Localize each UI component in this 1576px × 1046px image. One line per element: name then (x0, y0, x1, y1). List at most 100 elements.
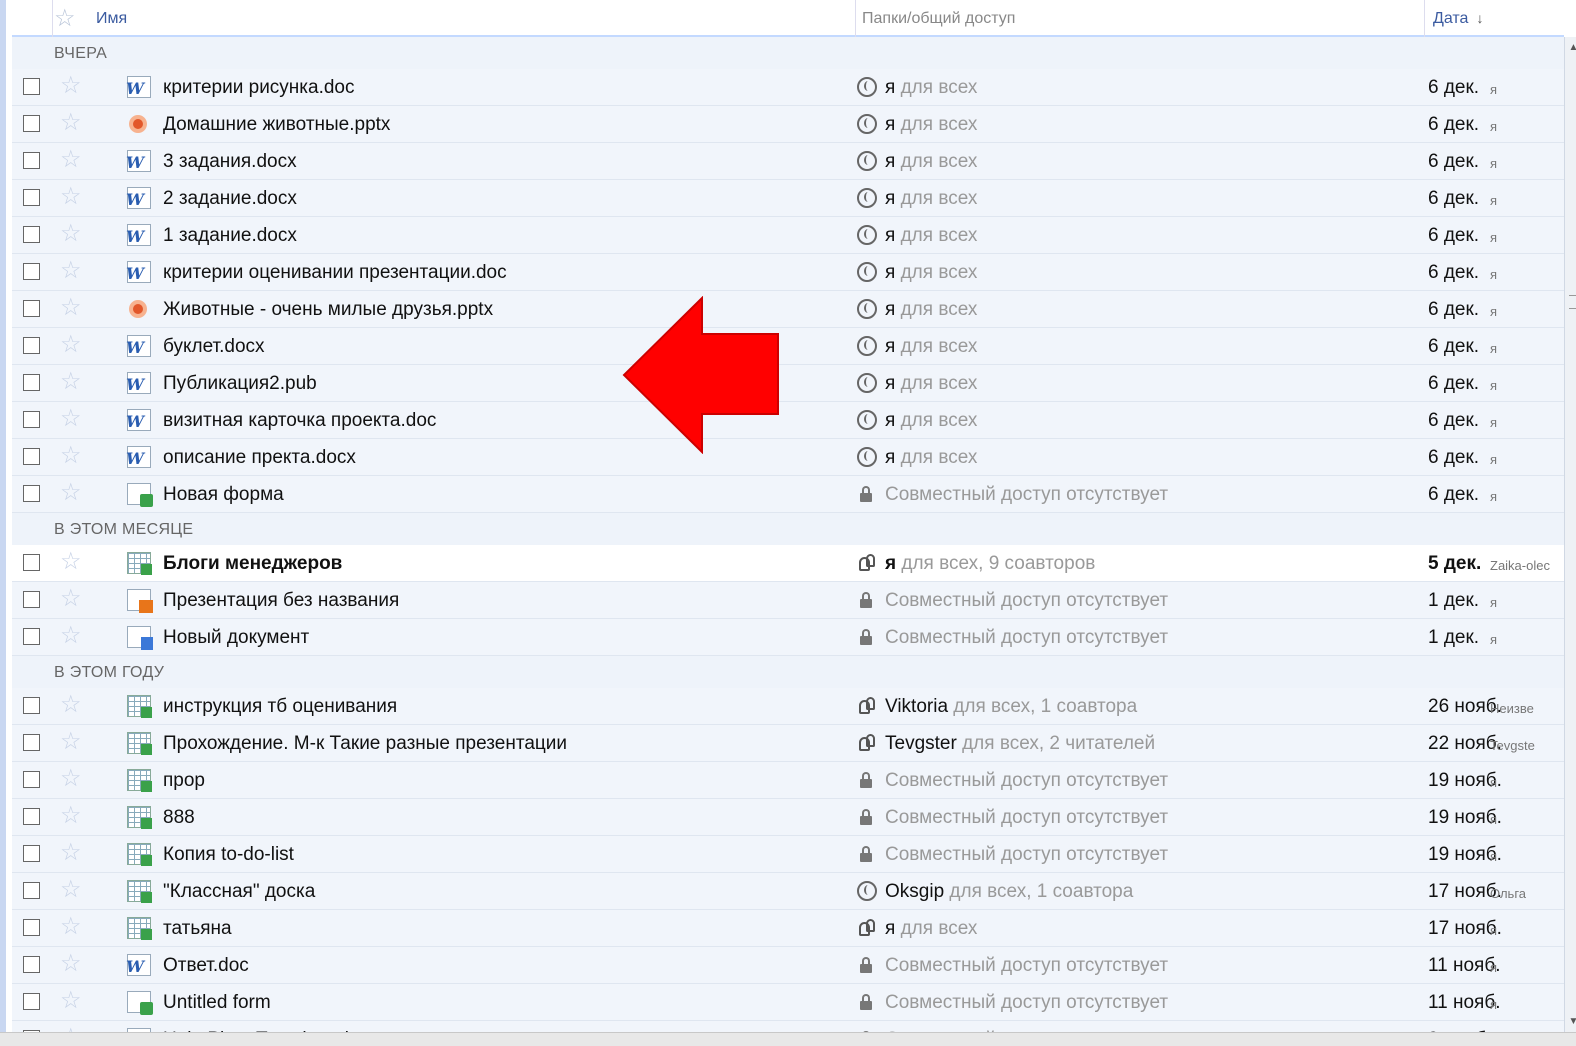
row-checkbox[interactable] (23, 771, 40, 788)
document-title-link[interactable]: Публикация2.pub (163, 365, 317, 402)
document-title-link[interactable]: 888 (163, 799, 195, 836)
header-star-icon[interactable]: ☆ (54, 0, 84, 37)
row-checkbox[interactable] (23, 189, 40, 206)
document-row[interactable]: ☆ Копия to-do-list Совместный доступ отсут… (12, 836, 1564, 873)
star-icon[interactable]: ☆ (60, 729, 82, 755)
document-row[interactable]: ☆ Животные - очень милые друзья.pptx я для… (12, 291, 1564, 328)
star-icon[interactable]: ☆ (60, 480, 82, 506)
sort-by-date-header[interactable]: Дата ↓ (1424, 0, 1483, 37)
row-checkbox[interactable] (23, 628, 40, 645)
document-title-link[interactable]: Новая форма (163, 476, 284, 513)
document-title-link[interactable]: Новый документ (163, 619, 309, 656)
document-row[interactable]: ☆ 888 Совместный доступ отсутствует 19 нояб… (12, 799, 1564, 836)
row-checkbox[interactable] (23, 152, 40, 169)
document-row[interactable]: ☆ W 1 задание.docx я для всех 6 дек. я (12, 217, 1564, 254)
document-title-link[interactable]: прор (163, 762, 205, 799)
star-icon[interactable]: ☆ (60, 369, 82, 395)
row-checkbox[interactable] (23, 337, 40, 354)
row-checkbox[interactable] (23, 448, 40, 465)
document-title-link[interactable]: Животные - очень милые друзья.pptx (163, 291, 493, 328)
star-icon[interactable]: ☆ (60, 988, 82, 1014)
star-icon[interactable]: ☆ (60, 840, 82, 866)
document-title-link[interactable]: визитная карточка проекта.doc (163, 402, 436, 439)
folders-sharing-header[interactable]: Папки/общий доступ (855, 0, 1015, 37)
star-icon[interactable]: ☆ (60, 549, 82, 575)
row-checkbox[interactable] (23, 956, 40, 973)
star-icon[interactable]: ☆ (60, 692, 82, 718)
document-title-link[interactable]: Домашние животные.pptx (163, 106, 390, 143)
star-icon[interactable]: ☆ (60, 295, 82, 321)
document-row[interactable]: ☆ Wкритерии рисунка.doc я для всех 6 дек. я (12, 69, 1564, 106)
star-icon[interactable]: ☆ (60, 221, 82, 247)
row-checkbox[interactable] (23, 734, 40, 751)
document-title-link[interactable]: критерии оценивании презентации.doc (163, 254, 507, 291)
star-icon[interactable]: ☆ (60, 951, 82, 977)
document-title-link[interactable]: 3 задания.docx (163, 143, 297, 180)
document-row[interactable]: ☆ Wописание пректа.docx я для всех 6 дек. я (12, 439, 1564, 476)
document-row[interactable]: ☆ Блоги менеджеров я для всех, 9 соавторов… (12, 545, 1564, 582)
star-icon[interactable]: ☆ (60, 623, 82, 649)
star-icon[interactable]: ☆ (60, 766, 82, 792)
document-row[interactable]: ☆ татьяна я для всех 17 нояб. я (12, 910, 1564, 947)
document-row[interactable]: ☆ Новый документ Совместный доступ отсутст… (12, 619, 1564, 656)
document-title-link[interactable]: 2 задание.docx (163, 180, 297, 217)
row-checkbox[interactable] (23, 300, 40, 317)
document-row[interactable]: ☆ Прохождение. М-к Такие разные презентац… (12, 725, 1564, 762)
sort-by-name-header[interactable]: Имя (96, 0, 127, 37)
document-row[interactable]: ☆ Wвизитная карточка проекта.doc я для все… (12, 402, 1564, 439)
header-select-cell[interactable] (20, 0, 53, 37)
vertical-scrollbar[interactable]: ▲ ▼ (1564, 37, 1576, 1032)
document-title-link[interactable]: критерии рисунка.doc (163, 69, 355, 106)
document-row[interactable]: ☆ Wкритерии оценивании презентации.doc я д… (12, 254, 1564, 291)
document-title-link[interactable]: Презентация без названия (163, 582, 399, 619)
document-row[interactable]: ☆ прор Совместный доступ отсутствует 19 ноя… (12, 762, 1564, 799)
document-title-link[interactable]: Ответ.doc (163, 947, 249, 984)
document-title-link[interactable]: буклет.docx (163, 328, 265, 365)
scroll-thumb-grip[interactable] (1569, 295, 1576, 309)
document-row[interactable]: ☆ W 2 задание.docx я для всех 6 дек. я (12, 180, 1564, 217)
document-title-link[interactable]: описание пректа.docx (163, 439, 356, 476)
row-checkbox[interactable] (23, 554, 40, 571)
document-row[interactable]: ☆ инструкция тб оценивания Viktoria для вс… (12, 688, 1564, 725)
row-checkbox[interactable] (23, 411, 40, 428)
row-checkbox[interactable] (23, 263, 40, 280)
row-checkbox[interactable] (23, 993, 40, 1010)
document-row[interactable]: ☆ Untitled form Совместный доступ отсутств… (12, 984, 1564, 1021)
document-title-link[interactable]: Прохождение. М-к Такие разные презентаци… (163, 725, 567, 762)
row-checkbox[interactable] (23, 919, 40, 936)
row-checkbox[interactable] (23, 882, 40, 899)
row-checkbox[interactable] (23, 808, 40, 825)
star-icon[interactable]: ☆ (60, 73, 82, 99)
star-icon[interactable]: ☆ (60, 184, 82, 210)
document-row[interactable]: ☆ W Ответ.doc Совместный доступ отсутствует… (12, 947, 1564, 984)
scroll-up-icon[interactable]: ▲ (1567, 41, 1576, 54)
document-title-link[interactable]: Блоги менеджеров (163, 545, 342, 582)
star-icon[interactable]: ☆ (60, 332, 82, 358)
row-checkbox[interactable] (23, 845, 40, 862)
star-icon[interactable]: ☆ (60, 914, 82, 940)
document-row[interactable]: ☆ Новая форма Совместный доступ отсутствуе… (12, 476, 1564, 513)
document-row[interactable]: ☆ Wбуклет.docx я для всех 6 дек. я (12, 328, 1564, 365)
document-title-link[interactable]: "Классная" доска (163, 873, 315, 910)
document-title-link[interactable]: 1 задание.docx (163, 217, 297, 254)
document-row[interactable]: ☆ "Классная" доска Oksgip для всех, 1 соав… (12, 873, 1564, 910)
document-row[interactable]: ☆ Презентация без названия Совместный дост… (12, 582, 1564, 619)
row-checkbox[interactable] (23, 78, 40, 95)
document-row[interactable]: ☆ W 3 задания.docx я для всех 6 дек. я (12, 143, 1564, 180)
row-checkbox[interactable] (23, 226, 40, 243)
scroll-down-icon[interactable]: ▼ (1567, 1015, 1576, 1028)
document-title-link[interactable]: татьяна (163, 910, 232, 947)
document-title-link[interactable]: Копия to-do-list (163, 836, 294, 873)
star-icon[interactable]: ☆ (60, 877, 82, 903)
star-icon[interactable]: ☆ (60, 406, 82, 432)
row-checkbox[interactable] (23, 485, 40, 502)
star-icon[interactable]: ☆ (60, 147, 82, 173)
document-title-link[interactable]: инструкция тб оценивания (163, 688, 397, 725)
row-checkbox[interactable] (23, 591, 40, 608)
star-icon[interactable]: ☆ (60, 110, 82, 136)
document-row[interactable]: ☆ Домашние животные.pptx я для всех 6 дек. я (12, 106, 1564, 143)
document-title-link[interactable]: Untitled form (163, 984, 271, 1021)
star-icon[interactable]: ☆ (60, 443, 82, 469)
row-checkbox[interactable] (23, 115, 40, 132)
star-icon[interactable]: ☆ (60, 258, 82, 284)
